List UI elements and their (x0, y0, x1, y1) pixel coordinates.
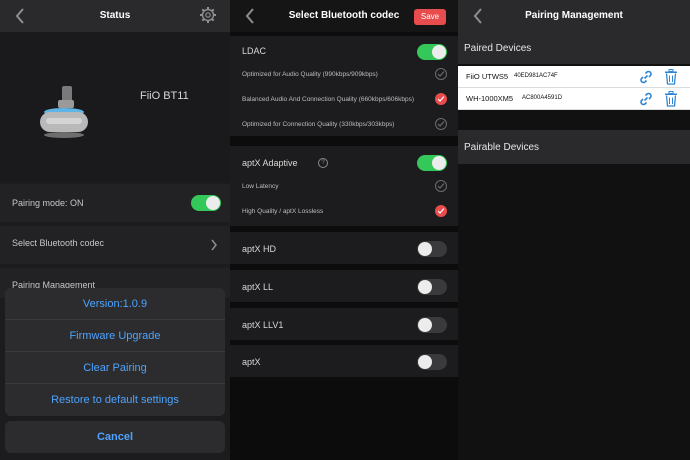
paired-device-row[interactable]: FiiO UTWS5 40ED981AC74F (458, 66, 690, 88)
aptx-llv1-row: aptX LLV1 (230, 308, 458, 340)
device-name: FiiO BT11 (140, 90, 189, 102)
chevron-right-icon (211, 239, 217, 251)
ldac-option-check[interactable] (435, 118, 447, 130)
firmware-upgrade-button[interactable]: Firmware Upgrade (5, 320, 225, 352)
bt11-device-image (34, 82, 90, 140)
aptx-hd-label: aptX HD (242, 244, 277, 254)
ldac-option-check-selected[interactable] (435, 93, 447, 105)
pairing-screen: Pairing Management Paired Devices FiiO U… (458, 0, 690, 460)
aptx-adaptive-toggle[interactable] (417, 155, 447, 171)
ldac-option-label: Balanced Audio And Connection Quality (6… (242, 96, 415, 103)
paired-devices-header: Paired Devices (458, 32, 690, 64)
status-screen: Status FiiO BT11 Pairing mode: ON Select… (0, 0, 230, 460)
aptx-hd-toggle[interactable] (417, 241, 447, 257)
codec-header: Select Bluetooth codec Save (230, 0, 458, 32)
restore-defaults-button[interactable]: Restore to default settings (5, 384, 225, 416)
ldac-block: LDAC Optimized for Audio Quality (990kbp… (230, 36, 458, 136)
aptx-adaptive-option-check-selected[interactable] (435, 205, 447, 217)
save-button[interactable]: Save (414, 9, 446, 25)
aptx-adaptive-block: aptX Adaptive ? Low Latency High Quality… (230, 146, 458, 226)
aptx-llv1-label: aptX LLV1 (242, 320, 284, 330)
device-mac: AC800A4591D (522, 95, 563, 101)
aptx-llv1-toggle[interactable] (417, 317, 447, 333)
link-icon[interactable] (638, 91, 654, 107)
device-name: WH-1000XM5 (466, 94, 514, 103)
aptx-ll-label: aptX LL (242, 282, 274, 292)
clear-pairing-button[interactable]: Clear Pairing (5, 352, 225, 384)
select-codec-row[interactable]: Select Bluetooth codec (0, 226, 230, 264)
paired-device-row[interactable]: WH-1000XM5 AC800A4591D (458, 88, 690, 110)
gear-icon[interactable] (199, 6, 217, 24)
aptx-adaptive-option-check[interactable] (435, 180, 447, 192)
trash-icon[interactable] (664, 69, 678, 85)
help-icon[interactable]: ? (318, 158, 328, 168)
page-title: Pairing Management (525, 10, 623, 21)
pairing-mode-row: Pairing mode: ON (0, 184, 230, 222)
device-mac: 40ED981AC74F (514, 73, 558, 79)
aptx-adaptive-label: aptX Adaptive (242, 158, 298, 168)
pairable-devices-title: Pairable Devices (464, 142, 540, 153)
aptx-adaptive-option-label: High Quality / aptX Lossless (242, 208, 324, 215)
pairable-devices-header: Pairable Devices (458, 130, 690, 164)
link-icon[interactable] (638, 69, 654, 85)
aptx-adaptive-option-label: Low Latency (242, 183, 279, 190)
pairing-mode-label: Pairing mode: ON (12, 198, 84, 208)
ldac-option-check[interactable] (435, 68, 447, 80)
page-title: Status (99, 10, 131, 21)
pairing-mode-toggle[interactable] (191, 195, 221, 211)
aptx-ll-toggle[interactable] (417, 279, 447, 295)
trash-icon[interactable] (664, 91, 678, 107)
ldac-option-label: Optimized for Connection Quality (330kbp… (242, 121, 395, 128)
select-codec-label: Select Bluetooth codec (12, 238, 105, 248)
device-card: FiiO BT11 (0, 32, 230, 182)
aptx-row: aptX (230, 345, 458, 377)
ldac-toggle[interactable] (417, 44, 447, 60)
action-sheet: Version:1.0.9 Firmware Upgrade Clear Pai… (5, 288, 225, 416)
codec-screen: Select Bluetooth codec Save LDAC Optimiz… (230, 0, 458, 460)
status-header: Status (0, 0, 230, 32)
aptx-hd-row: aptX HD (230, 232, 458, 264)
aptx-label: aptX (242, 357, 261, 367)
ldac-option-label: Optimized for Audio Quality (990kbps/909… (242, 71, 378, 78)
aptx-toggle[interactable] (417, 354, 447, 370)
aptx-ll-row: aptX LL (230, 270, 458, 302)
ldac-label: LDAC (242, 46, 267, 56)
paired-devices-title: Paired Devices (464, 43, 532, 54)
pairing-header: Pairing Management (458, 0, 690, 32)
cancel-button[interactable]: Cancel (5, 421, 225, 453)
device-name: FiiO UTWS5 (466, 72, 509, 81)
version-item: Version:1.0.9 (5, 288, 225, 320)
